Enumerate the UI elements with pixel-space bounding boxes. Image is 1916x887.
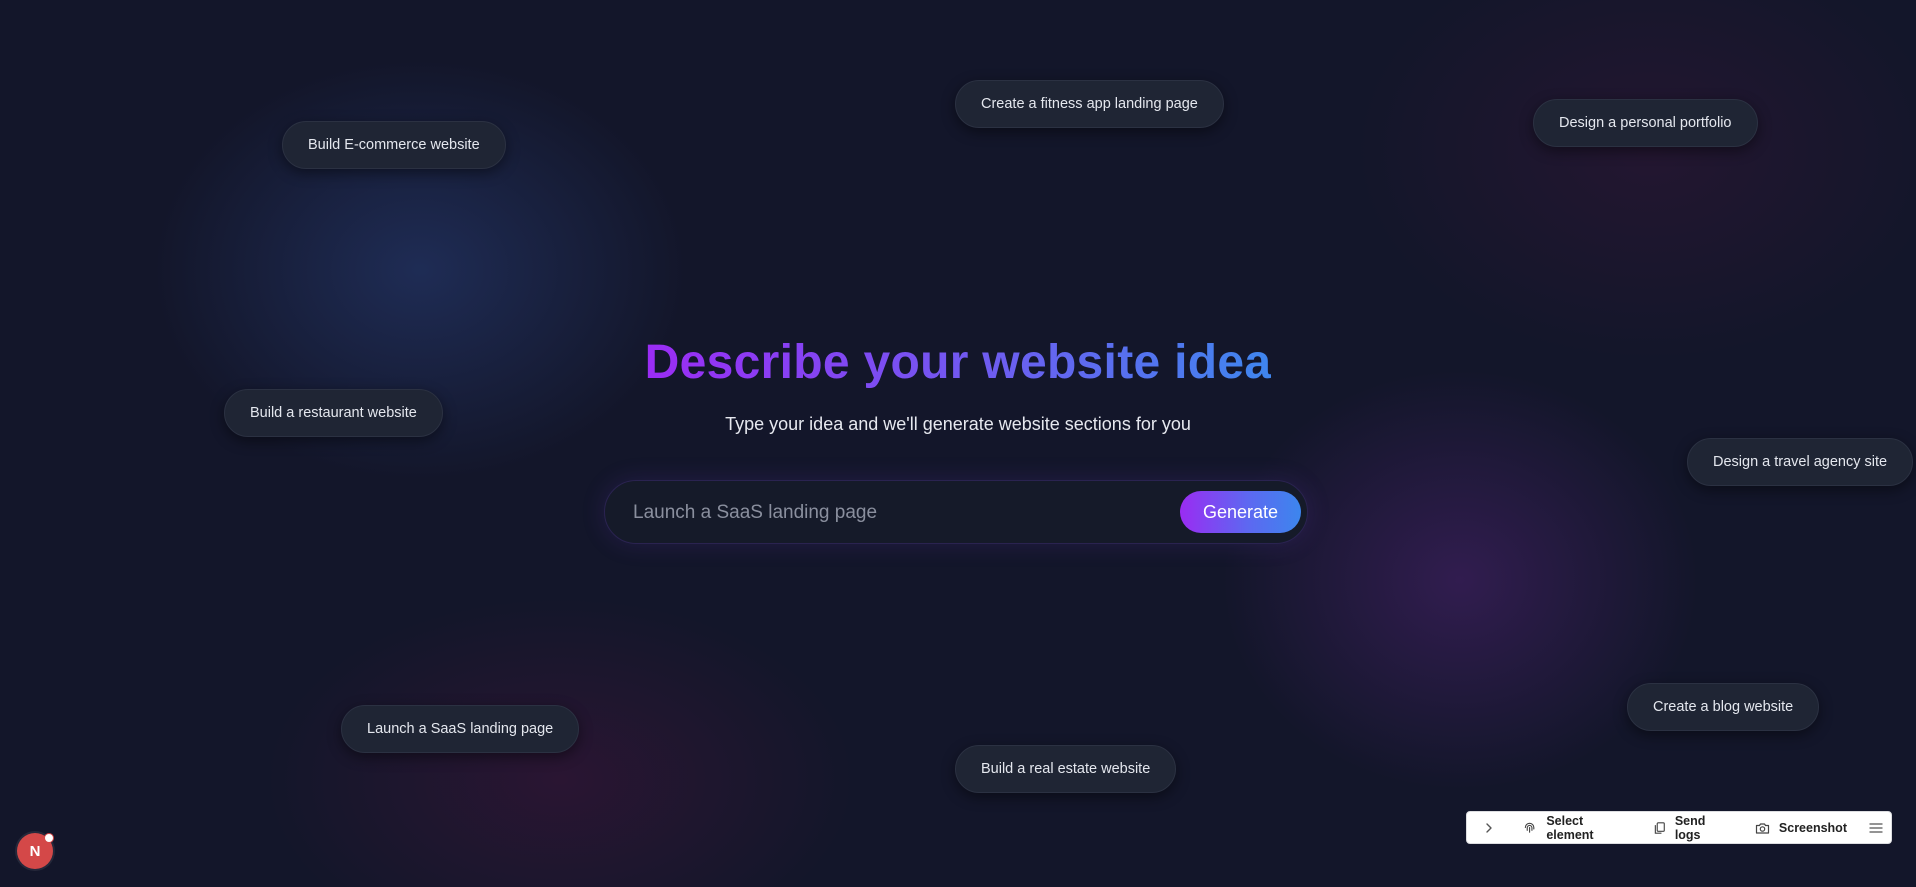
- send-logs-button[interactable]: Send logs: [1643, 812, 1745, 843]
- menu-icon: [1869, 822, 1883, 833]
- suggestion-chip-label: Build a real estate website: [981, 761, 1151, 777]
- suggestion-chip-label: Design a travel agency site: [1713, 454, 1888, 470]
- generate-button[interactable]: Generate: [1180, 491, 1301, 533]
- suggestion-chip-label: Create a blog website: [1653, 699, 1794, 715]
- select-element-button[interactable]: Select element: [1505, 812, 1643, 843]
- chevron-right-icon: [1486, 822, 1492, 833]
- dev-toolbar: Select element Send logs Screenshot: [1466, 811, 1892, 844]
- prompt-input[interactable]: [631, 481, 1155, 545]
- fingerprint-icon: [1524, 822, 1535, 833]
- suggestion-chip-blog[interactable]: Create a blog website: [1627, 683, 1820, 731]
- screenshot-label: Screenshot: [1778, 820, 1847, 835]
- hero: Describe your website idea: [0, 330, 1916, 396]
- avatar[interactable]: N: [17, 833, 54, 869]
- prompt-box: Generate: [604, 480, 1308, 545]
- suggestion-chip-saas[interactable]: Launch a SaaS landing page: [341, 705, 580, 753]
- toolbar-expand-button[interactable]: [1467, 812, 1505, 843]
- suggestion-chip-fitness[interactable]: Create a fitness app landing page: [955, 80, 1224, 128]
- suggestion-chip-portfolio[interactable]: Design a personal portfolio: [1533, 99, 1758, 147]
- suggestion-chip-ecommerce[interactable]: Build E-commerce website: [282, 121, 506, 169]
- suggestion-chip-label: Design a personal portfolio: [1559, 115, 1732, 131]
- toolbar-menu-button[interactable]: [1861, 812, 1891, 843]
- screenshot-button[interactable]: Screenshot: [1745, 812, 1861, 843]
- camera-icon: [1755, 822, 1770, 834]
- send-logs-label: Send logs: [1674, 813, 1706, 842]
- suggestion-chip-label: Build E-commerce website: [308, 137, 480, 153]
- copy-icon: [1654, 821, 1665, 834]
- avatar-initial: N: [29, 842, 41, 860]
- page-title: Describe your website idea: [645, 330, 1272, 396]
- notification-dot-icon: [44, 833, 54, 843]
- page-subtitle: Type your idea and we'll generate websit…: [725, 414, 1191, 434]
- suggestion-chip-label: Launch a SaaS landing page: [367, 721, 554, 737]
- suggestion-chip-real-estate[interactable]: Build a real estate website: [955, 745, 1177, 793]
- suggestion-chip-travel[interactable]: Design a travel agency site: [1687, 438, 1914, 486]
- suggestion-chip-label: Create a fitness app landing page: [981, 96, 1198, 112]
- select-element-label: Select element: [1546, 813, 1594, 842]
